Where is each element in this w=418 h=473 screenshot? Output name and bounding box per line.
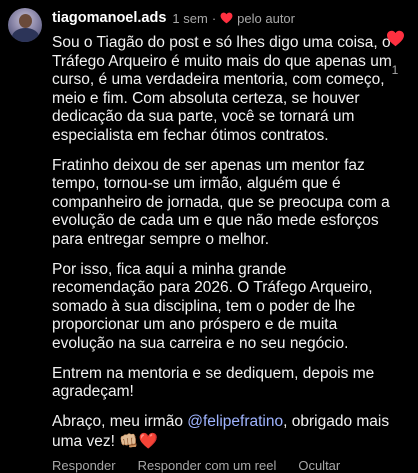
comment-header: tiagomanoel.ads 1 sem · pelo autor [52,9,295,27]
hide-button[interactable]: Ocultar [298,458,340,473]
comment-paragraph: Fratinho deixou de ser apenas um mentor … [52,156,390,248]
avatar-head [19,14,32,28]
timestamp: 1 sem [172,10,208,26]
closing-text: Abraço, meu irmão [52,413,188,430]
comment-paragraph-last: Abraço, meu irmão @felipefratino, obriga… [52,413,392,451]
author-badge: pelo autor [237,10,295,26]
comment-paragraph: Sou o Tiagão do post e só lhes digo uma … [52,34,392,144]
avatar[interactable] [8,8,42,42]
author-heart-icon [220,12,233,24]
emoji: 👊🏼❤️ [119,431,158,450]
heart-icon[interactable] [386,30,405,47]
reply-button[interactable]: Responder [52,458,116,473]
comment-paragraph: Entrem na mentoria e se dediquem, depois… [52,364,375,401]
username[interactable]: tiagomanoel.ads [52,10,166,26]
avatar-shoulders [12,28,39,42]
like-count: 1 [391,63,399,77]
separator: · [211,10,217,26]
comment-paragraph: Por isso, fica aqui a minha grande recom… [52,260,373,352]
reply-with-reel-button[interactable]: Responder com um reel [138,458,277,473]
mention-link[interactable]: @felipefratino [187,413,283,430]
comment: tiagomanoel.ads 1 sem · pelo autor Sou o… [0,0,418,473]
comment-body: Sou o Tiagão do post e só lhes digo uma … [52,34,392,463]
comment-actions: Responder Responder com um reel Ocultar [52,458,340,473]
like-control: 1 [384,30,406,77]
